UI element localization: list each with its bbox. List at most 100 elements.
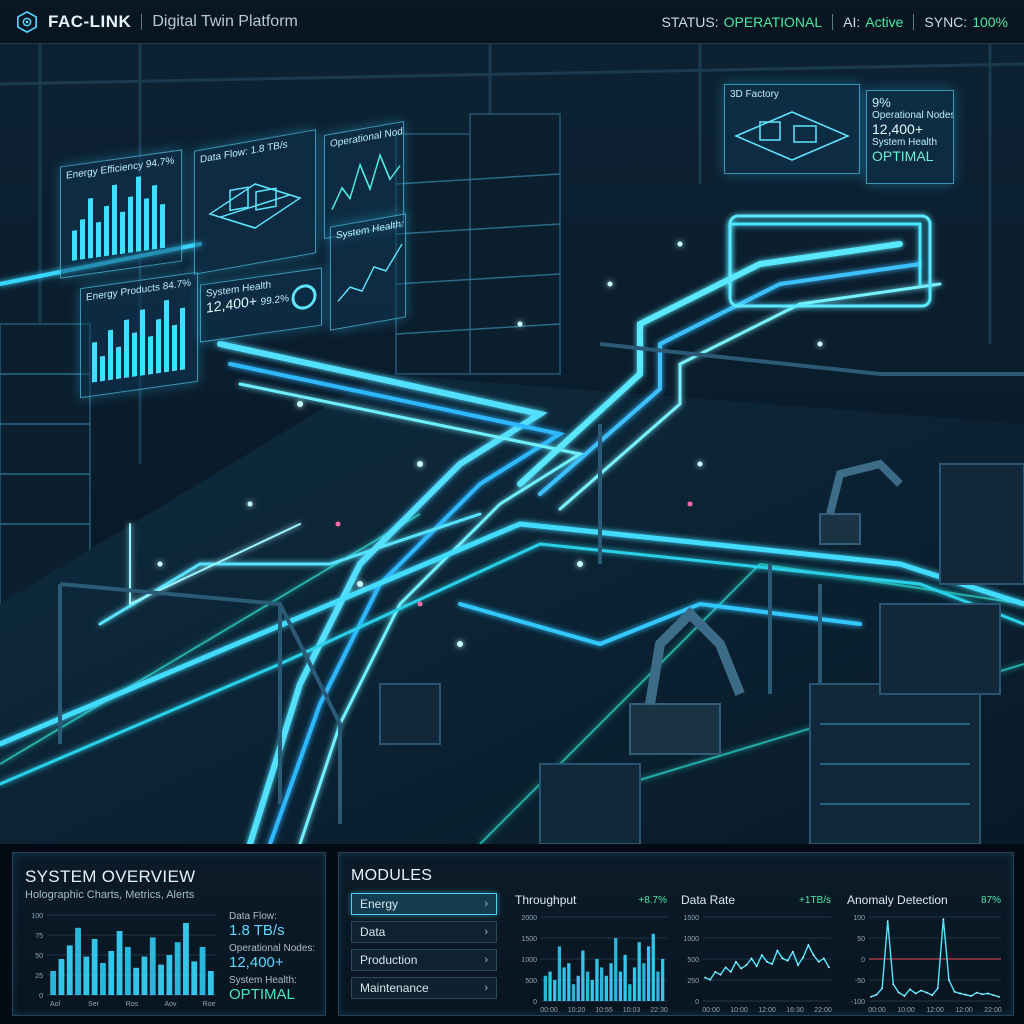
overview-bar-chart[interactable]: 100 75 50 25 0 Aol Ser Ros Aov Roe <box>21 909 221 1009</box>
status-divider <box>913 13 915 30</box>
overview-metrics: Data Flow: 1.8 TB/s Operational Nodes: 1… <box>229 911 315 1007</box>
x-tick-label: 22:00 <box>814 1007 832 1014</box>
holo-energy-products: Energy Products 84.7% <box>80 271 198 399</box>
holo-energy-efficiency: Energy Efficiency 94.7% <box>60 149 182 279</box>
module-item-production[interactable]: Production › <box>351 949 497 971</box>
data-point <box>812 954 815 956</box>
metric-label: System Health: <box>229 975 297 986</box>
module-item-data[interactable]: Data › <box>351 921 497 943</box>
top-bar: FAC-LINK Digital Twin Platform STATUS: O… <box>0 0 1024 44</box>
data-rate-chart: 1500 1000 500 250 000:00 10:00 12:00 16:30 22:00 <box>683 915 832 1014</box>
data-point <box>903 995 906 997</box>
data-point <box>797 964 799 967</box>
data-point <box>735 960 737 963</box>
metric-label: Operational Nodes: <box>229 943 316 954</box>
data-point <box>786 959 789 962</box>
data-point <box>781 957 784 960</box>
data-point <box>870 995 872 998</box>
module-item-label: Maintenance <box>360 981 429 995</box>
bar <box>91 939 98 995</box>
data-point <box>998 995 1000 998</box>
metric-value: 1.8 TB/s <box>229 922 285 939</box>
bar <box>166 955 173 995</box>
holo-right-nodes-value: 12,400+ <box>872 121 923 137</box>
bar <box>75 927 81 995</box>
data-point <box>986 992 989 995</box>
x-tick-label: 22:30 <box>650 1007 668 1014</box>
bar <box>141 956 148 995</box>
data-point <box>740 967 743 970</box>
holo-bars <box>92 299 185 383</box>
y-tick-label: 0 <box>533 999 537 1006</box>
x-tick-label: 10:20 <box>568 1007 586 1014</box>
data-point <box>709 978 712 981</box>
x-tick-label: Ros <box>126 1001 139 1008</box>
holo-factory-map: 3D Factory <box>724 84 860 174</box>
bar <box>174 942 181 995</box>
bar <box>207 971 214 995</box>
y-tick-label: 2000 <box>521 915 537 922</box>
holo-system-health-chart: System Health: OPTIMAL <box>330 213 406 331</box>
bar <box>158 964 164 995</box>
y-tick-label: 1500 <box>683 915 699 922</box>
data-point <box>807 944 810 946</box>
x-tick-label: 00:00 <box>868 1007 886 1014</box>
data-point <box>791 950 794 953</box>
x-tick-label: 10:00 <box>730 1007 748 1014</box>
data-rate-delta: +1TB/s <box>799 895 831 906</box>
y-tick-label: 50 <box>857 936 865 943</box>
bar <box>609 963 613 1001</box>
data-point <box>936 987 939 990</box>
x-tick-label: 10:55 <box>595 1007 613 1014</box>
header-divider <box>141 13 143 30</box>
y-tick-label: 0 <box>861 957 865 964</box>
bar <box>557 946 562 1001</box>
y-tick-label: 250 <box>687 978 699 985</box>
data-point <box>975 991 978 994</box>
holo-right-percent: 9% <box>872 95 891 110</box>
data-point <box>931 994 934 997</box>
chevron-right-icon: › <box>484 926 488 938</box>
metric-label: Data Flow: <box>229 911 277 922</box>
y-tick-label: 0 <box>695 999 699 1006</box>
throughput-title: Throughput <box>515 893 577 907</box>
ring-gauge-icon <box>291 284 317 310</box>
hexagon-logo-icon <box>17 10 37 33</box>
bar <box>576 975 580 1001</box>
module-item-maintenance[interactable]: Maintenance › <box>351 977 497 999</box>
data-rate-widget[interactable]: Data Rate +1TB/s 1500 1000 500 250 0 00:00 10:… <box>681 893 835 1014</box>
bar <box>100 963 106 995</box>
bar <box>651 933 655 1001</box>
sync-value: 100% <box>972 13 1008 30</box>
x-tick-label: 00:00 <box>702 1007 720 1014</box>
data-point <box>771 963 774 965</box>
module-item-energy[interactable]: Energy › <box>351 893 497 915</box>
throughput-widget[interactable]: Throughput +8.7% 2000 1500 1000 500 0 00:00 10… <box>515 893 671 1014</box>
x-tick-label: 12:00 <box>758 1007 776 1014</box>
y-tick-label: -50 <box>855 978 865 985</box>
data-point <box>729 970 732 973</box>
module-item-label: Data <box>360 925 386 939</box>
data-point <box>724 966 727 969</box>
data-point <box>892 983 895 986</box>
factory-scene[interactable]: Energy Efficiency 94.7% Energy Products … <box>0 44 1024 844</box>
ai-label: AI: <box>843 13 861 30</box>
y-tick-label: 100 <box>31 913 43 920</box>
data-point <box>959 992 961 995</box>
metric-value: OPTIMAL <box>229 986 295 1003</box>
data-point <box>881 987 884 990</box>
bar <box>646 946 651 1001</box>
y-tick-label: 1500 <box>521 936 537 943</box>
y-tick-label: 100 <box>853 915 865 922</box>
anomaly-detection-widget[interactable]: Anomaly Detection 87% 100 50 0 -50 -100 00:00… <box>847 893 1005 1014</box>
y-tick-label: 500 <box>525 978 537 985</box>
data-point <box>909 988 911 991</box>
data-point <box>714 970 717 973</box>
data-point <box>953 990 956 993</box>
bar <box>628 984 632 1001</box>
data-point <box>719 973 722 976</box>
anomaly-detection-title: Anomaly Detection <box>847 893 948 907</box>
bar <box>124 947 131 995</box>
bar <box>618 971 623 1001</box>
data-point <box>766 960 768 963</box>
